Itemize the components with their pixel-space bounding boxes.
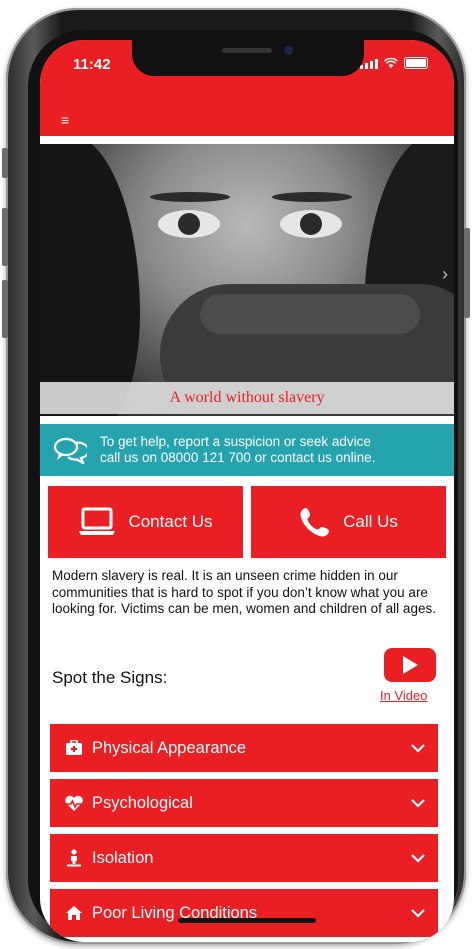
home-icon bbox=[56, 905, 92, 921]
call-us-label: Call Us bbox=[343, 512, 398, 531]
power-button bbox=[464, 228, 470, 318]
help-banner[interactable]: To get help, report a suspicion or seek … bbox=[40, 424, 454, 476]
action-buttons: Contact Us Call Us bbox=[48, 486, 446, 558]
home-indicator[interactable] bbox=[178, 918, 316, 923]
accordion-physical-appearance[interactable]: Physical Appearance bbox=[50, 724, 438, 772]
front-camera bbox=[284, 46, 293, 55]
accordion-isolation[interactable]: Isolation bbox=[50, 834, 438, 882]
carousel-next-icon[interactable]: › bbox=[442, 264, 448, 285]
accordion-label: Psychological bbox=[92, 793, 193, 812]
screen: 11:42 ≡ › A world without slavery To get… bbox=[40, 40, 454, 942]
help-text: To get help, report a suspicion or seek … bbox=[100, 434, 375, 466]
battery-icon bbox=[404, 57, 428, 69]
wifi-icon bbox=[384, 58, 398, 68]
accordion-label: Isolation bbox=[92, 848, 154, 867]
hero-image-part bbox=[40, 144, 140, 416]
chevron-down-icon bbox=[398, 798, 438, 808]
mute-switch bbox=[2, 148, 8, 178]
video-button[interactable] bbox=[384, 648, 436, 682]
play-icon bbox=[403, 656, 418, 674]
hero-image-part bbox=[158, 210, 220, 238]
hero-caption: A world without slavery bbox=[40, 382, 454, 414]
accordion-psychological[interactable]: Psychological bbox=[50, 779, 438, 827]
chevron-down-icon bbox=[398, 743, 438, 753]
accordion-label: Physical Appearance bbox=[92, 738, 247, 757]
contact-us-button[interactable]: Contact Us bbox=[48, 486, 243, 558]
hamburger-icon[interactable]: ≡ bbox=[61, 112, 69, 128]
intro-text: Modern slavery is real. It is an unseen … bbox=[52, 568, 436, 616]
spot-signs-title: Spot the Signs: bbox=[52, 668, 168, 687]
speaker-grille bbox=[222, 48, 272, 53]
help-text-line: To get help, report a suspicion or seek … bbox=[100, 434, 371, 449]
laptop-icon bbox=[79, 507, 116, 535]
call-us-button[interactable]: Call Us bbox=[251, 486, 446, 558]
hero-image-part bbox=[200, 294, 420, 334]
hero-image-part bbox=[280, 210, 342, 238]
help-text-line: call us on 08000 121 700 or contact us o… bbox=[100, 450, 376, 465]
volume-up-button bbox=[2, 208, 8, 266]
hero-image-part bbox=[150, 192, 230, 202]
app-header: 11:42 ≡ bbox=[40, 40, 454, 136]
first-aid-icon bbox=[56, 740, 92, 756]
heartbeat-icon bbox=[56, 795, 92, 812]
chat-icon bbox=[40, 436, 100, 464]
status-icons bbox=[360, 57, 428, 69]
notch bbox=[132, 40, 364, 76]
contact-us-label: Contact Us bbox=[128, 512, 213, 531]
volume-down-button bbox=[2, 280, 8, 338]
status-time: 11:42 bbox=[73, 56, 111, 73]
hero-carousel[interactable]: › A world without slavery bbox=[40, 144, 454, 416]
accordion-poor-living-conditions[interactable]: Poor Living Conditions bbox=[50, 889, 438, 937]
in-video-link[interactable]: In Video bbox=[380, 688, 427, 703]
chevron-down-icon bbox=[398, 853, 438, 863]
hero-image-part bbox=[272, 192, 352, 202]
person-icon bbox=[56, 849, 92, 867]
chevron-down-icon bbox=[398, 908, 438, 918]
phone-icon bbox=[300, 508, 330, 537]
